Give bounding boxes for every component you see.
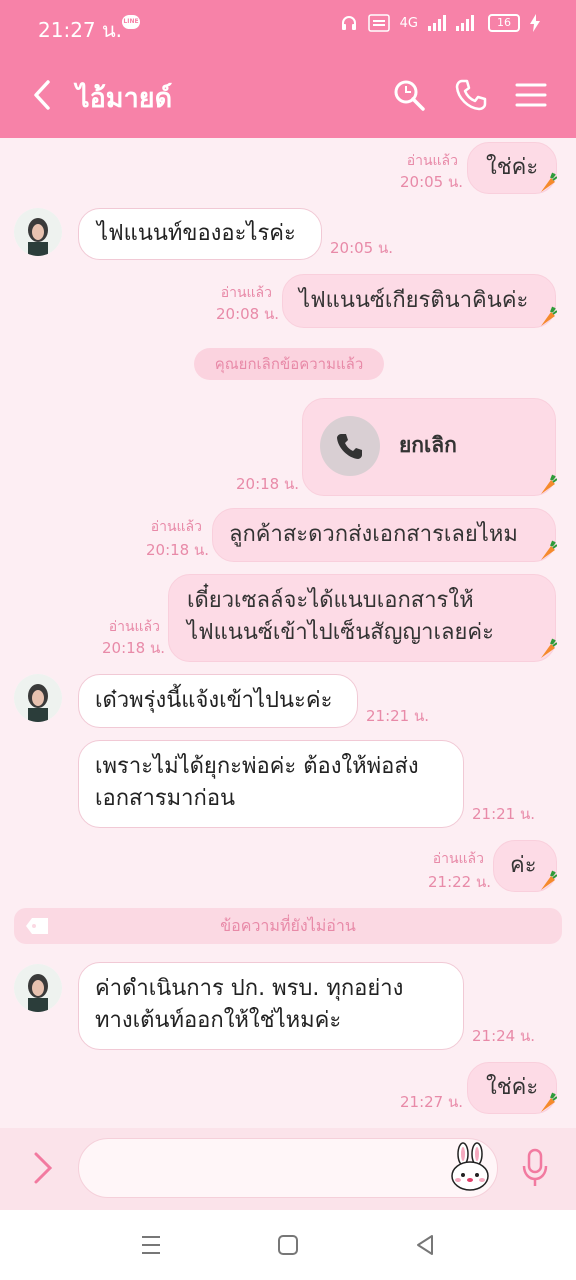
message-text: ใช่ค่ะ — [486, 1075, 539, 1100]
message-time: 21:22 น. — [428, 873, 492, 891]
message-input[interactable] — [78, 1138, 498, 1198]
volte-icon — [367, 14, 390, 32]
call-message-bubble[interactable]: ยกเลิก — [302, 398, 556, 496]
carrot-sticker-icon — [541, 870, 557, 890]
message-bubble-outgoing[interactable]: เดี๋ยวเซลล์จะได้แนบเอกสารให้ ไฟแนนซ์เข้า… — [168, 574, 556, 662]
message-text-line: เดี๋ยวเซลล์จะได้แนบเอกสารให้ — [187, 588, 474, 613]
system-nav-bar — [0, 1210, 576, 1280]
signal-icon-2 — [456, 15, 474, 31]
carrot-sticker-icon — [541, 172, 557, 192]
message-text: ไฟแนนท์ของอะไรค่ะ — [97, 221, 296, 246]
message-list[interactable]: อ่านแล้ว 20:05 น. ใช่ค่ะ ไฟแนนท์ของอะไรค… — [0, 138, 576, 1128]
message-bubble-incoming[interactable]: เด๋วพรุ่งนี้แจ้งเข้าไปนะค่ะ — [78, 674, 358, 728]
status-time: 21:27 น. — [38, 18, 123, 42]
read-receipt: อ่านแล้ว — [406, 153, 458, 169]
mic-icon[interactable] — [520, 1148, 550, 1188]
message-text-line: ไฟแนนซ์เข้าไปเซ็นสัญญาเลยค่ะ — [187, 620, 494, 645]
menu-icon[interactable] — [514, 78, 548, 112]
message-time: 21:21 น. — [472, 805, 536, 823]
message-time: 20:18 น. — [236, 475, 300, 493]
phone-icon[interactable] — [454, 78, 488, 112]
read-receipt: อ่านแล้ว — [108, 619, 160, 635]
message-text: ไฟแนนซ์เกียรตินาคินค่ะ — [299, 288, 529, 313]
chat-header: ไอ้มายด์ — [0, 52, 576, 138]
network-type: 4G — [399, 15, 418, 31]
message-time: 20:08 น. — [216, 305, 280, 323]
message-text-line: เพราะไม่ได้ยุกะพ่อค่ะ ต้องให้พ่อส่ง — [95, 754, 419, 779]
composer-bar — [0, 1128, 576, 1210]
message-text: เด๋วพรุ่งนี้แจ้งเข้าไปนะค่ะ — [95, 688, 333, 713]
carrot-sticker-icon — [541, 474, 557, 494]
status-indicators: 4G 16 — [340, 14, 540, 32]
read-receipt: อ่านแล้ว — [220, 285, 272, 301]
message-text: ค่ะ — [510, 853, 537, 878]
brown-bunny-sticker-icon[interactable] — [448, 1142, 492, 1192]
battery-level: 16 — [488, 14, 520, 32]
charging-icon — [530, 14, 540, 32]
recent-apps-icon[interactable] — [140, 1234, 162, 1256]
unread-divider: ข้อความที่ยังไม่อ่าน — [14, 908, 562, 944]
avatar[interactable] — [14, 964, 62, 1012]
message-time: 21:21 น. — [366, 707, 430, 725]
read-receipt: อ่านแล้ว — [432, 851, 484, 867]
message-bubble-incoming[interactable]: ค่าดำเนินการ ปก. พรบ. ทุกอย่าง ทางเต้นท์… — [78, 962, 464, 1050]
line-app-icon: LINE — [122, 15, 140, 29]
home-icon[interactable] — [277, 1234, 299, 1256]
call-phone-icon — [320, 416, 380, 476]
message-time: 20:18 น. — [146, 541, 210, 559]
headset-icon — [341, 16, 356, 30]
message-text-line: ทางเต้นท์ออกให้ใช่ไหมค่ะ — [95, 1008, 342, 1033]
message-bubble-outgoing[interactable]: ไฟแนนซ์เกียรตินาคินค่ะ — [282, 274, 556, 328]
carrot-sticker-icon — [541, 638, 557, 658]
message-time: 20:18 น. — [102, 639, 166, 657]
avatar[interactable] — [14, 674, 62, 722]
search-icon[interactable] — [392, 78, 426, 112]
message-time: 21:27 น. — [400, 1093, 464, 1111]
expand-arrow-icon[interactable] — [30, 1150, 56, 1186]
message-time: 21:24 น. — [472, 1027, 536, 1045]
status-bar: 21:27 น. LINE 4G 16 — [0, 0, 576, 52]
carrot-sticker-icon — [541, 1092, 557, 1112]
message-bubble-incoming[interactable]: ไฟแนนท์ของอะไรค่ะ — [78, 208, 322, 260]
signal-icon-1 — [428, 15, 446, 31]
system-notice-unsent: คุณยกเลิกข้อความแล้ว — [194, 348, 384, 380]
chat-title: ไอ้มายด์ — [76, 83, 173, 114]
message-bubble-outgoing[interactable]: ลูกค้าสะดวกส่งเอกสารเลยไหม — [212, 508, 556, 562]
avatar[interactable] — [14, 208, 62, 256]
call-status-text: ยกเลิก — [399, 433, 457, 457]
read-receipt: อ่านแล้ว — [150, 519, 202, 535]
message-text: ลูกค้าสะดวกส่งเอกสารเลยไหม — [229, 522, 518, 547]
nav-back-icon[interactable] — [414, 1234, 436, 1256]
carrot-sticker-icon — [541, 306, 557, 326]
unread-label: ข้อความที่ยังไม่อ่าน — [220, 916, 356, 935]
message-bubble-incoming[interactable]: เพราะไม่ได้ยุกะพ่อค่ะ ต้องให้พ่อส่ง เอกส… — [78, 740, 464, 828]
message-time: 20:05 น. — [330, 239, 394, 257]
message-text-line: เอกสารมาก่อน — [95, 786, 236, 811]
message-text-line: ค่าดำเนินการ ปก. พรบ. ทุกอย่าง — [95, 976, 404, 1001]
back-icon[interactable] — [28, 78, 58, 112]
carrot-sticker-icon — [541, 540, 557, 560]
message-text: ใช่ค่ะ — [486, 155, 539, 180]
message-time: 20:05 น. — [400, 173, 464, 191]
